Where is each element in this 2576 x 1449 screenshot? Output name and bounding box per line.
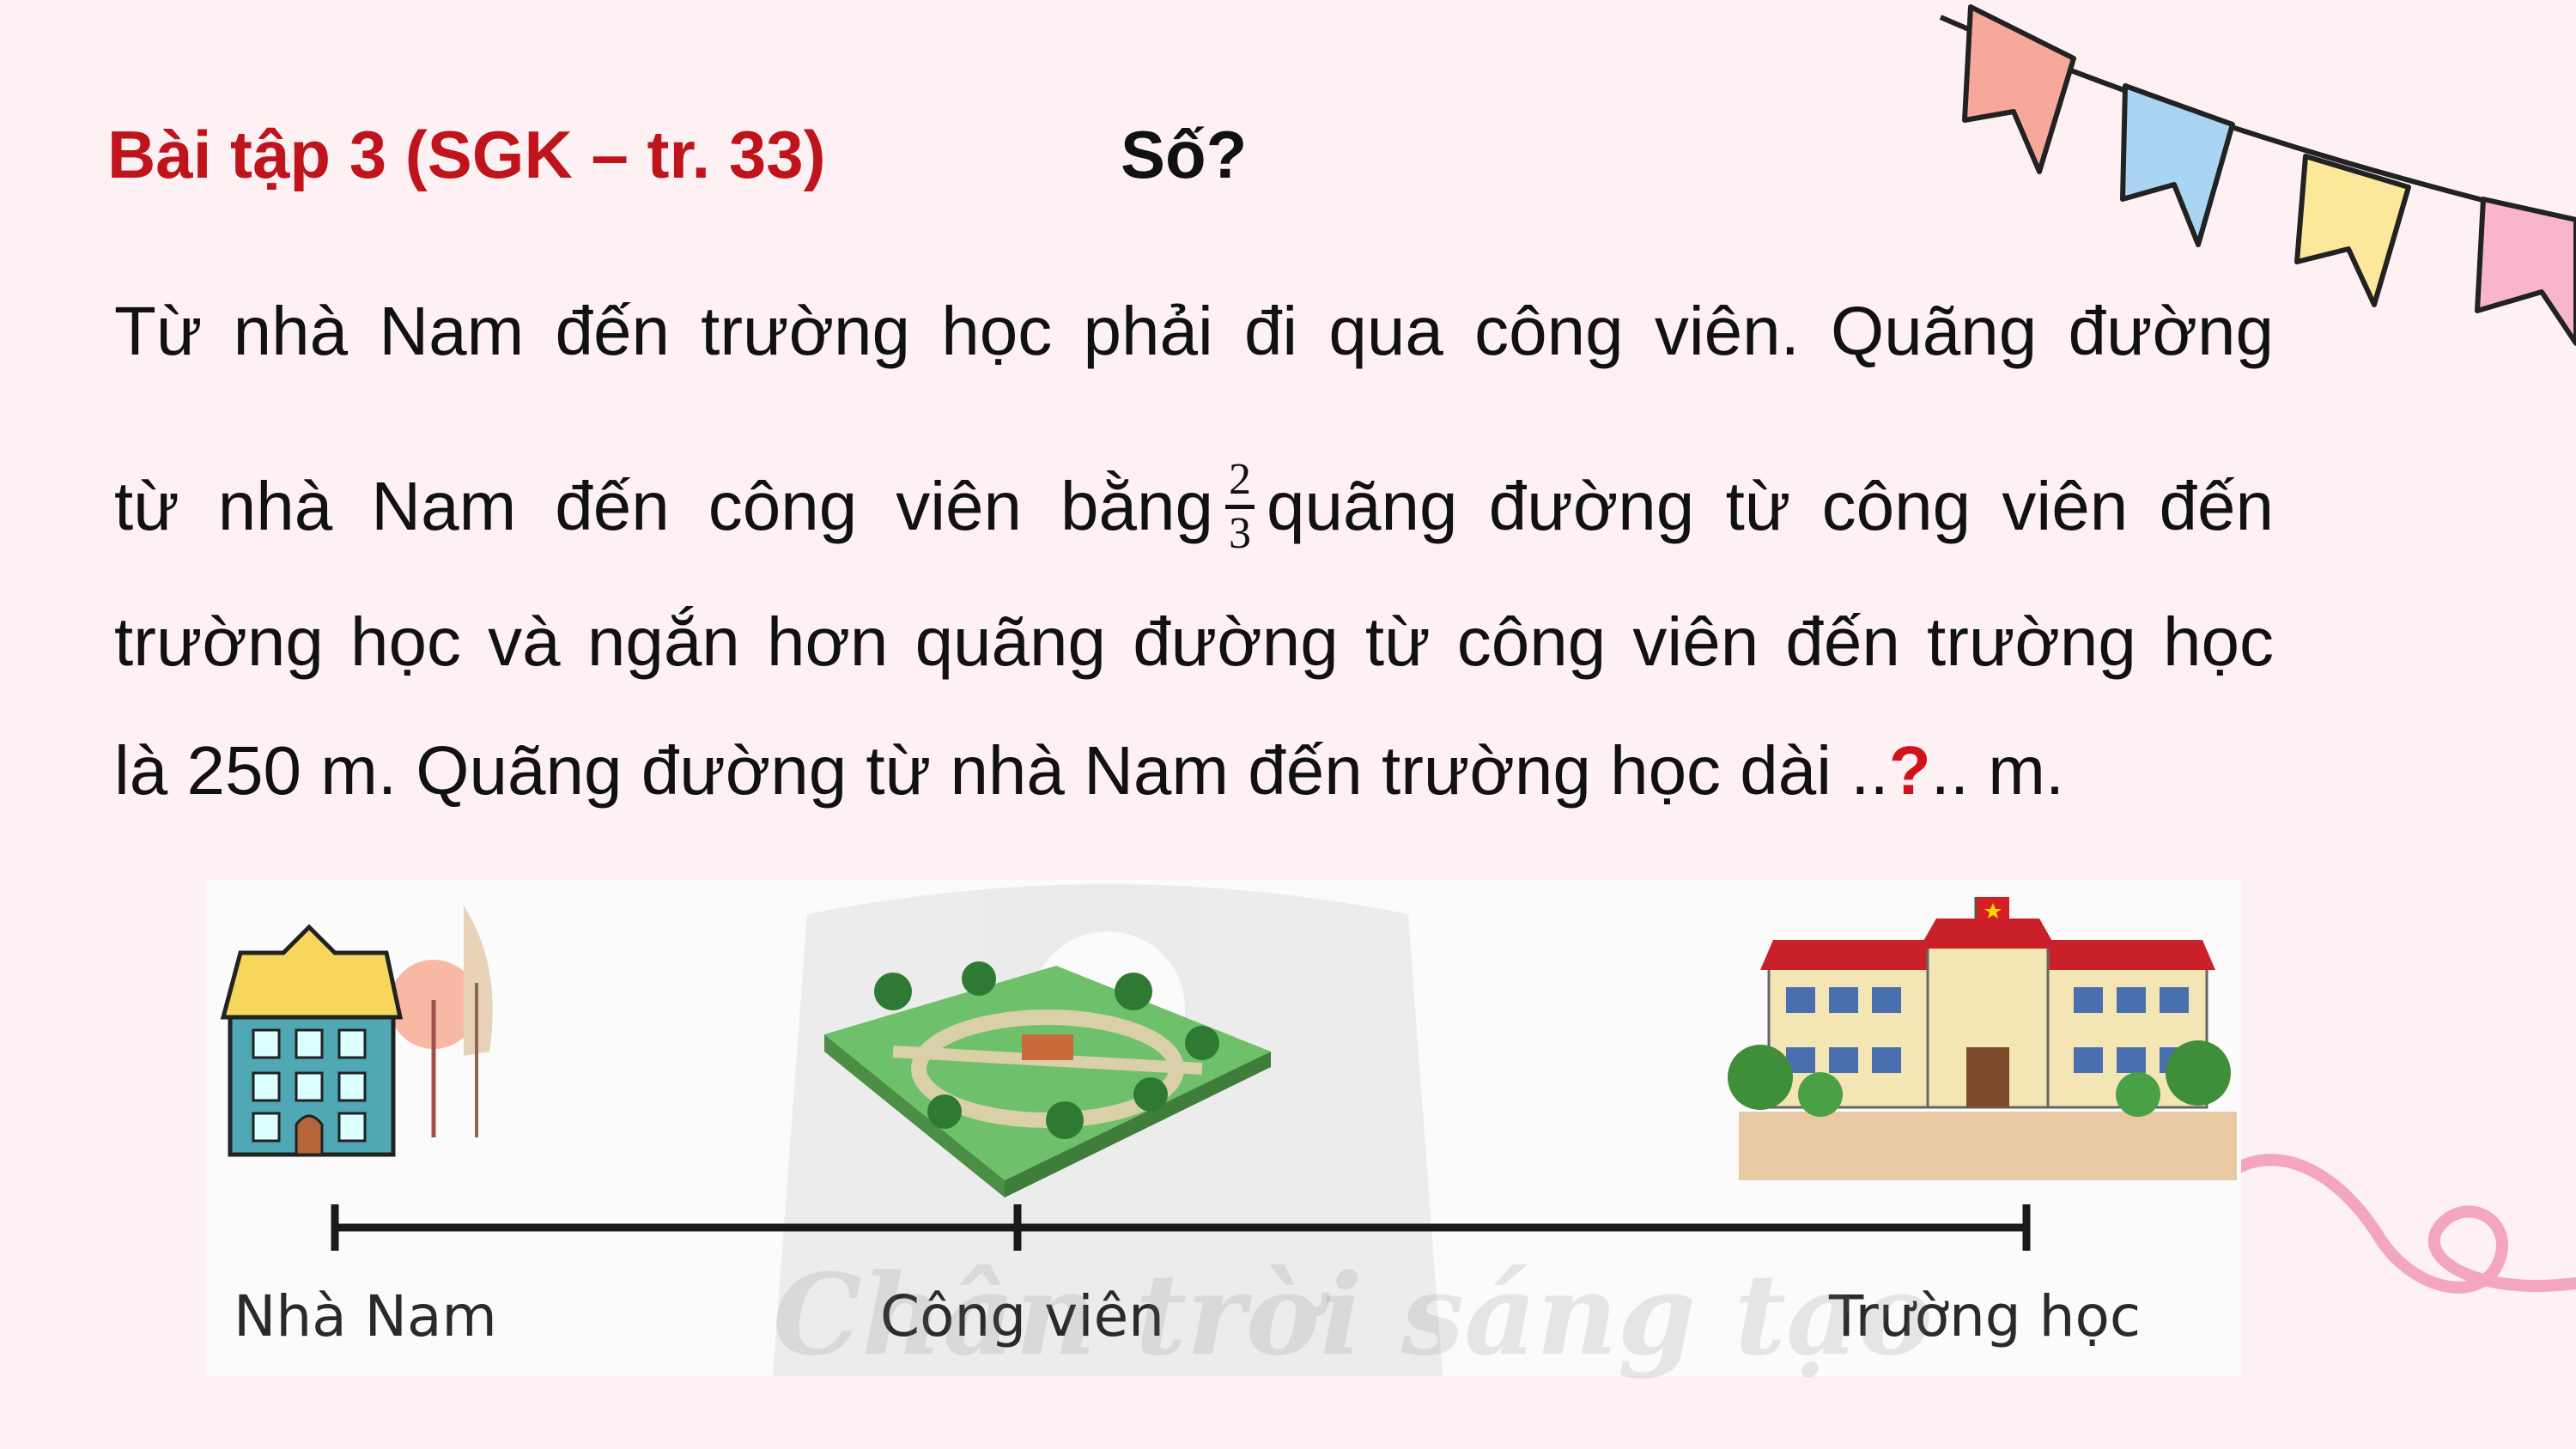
word: phải (1083, 293, 1213, 369)
word: học (2163, 603, 2274, 680)
word: đường (2068, 293, 2274, 369)
word: công (1474, 293, 1624, 369)
word: qua (1328, 293, 1443, 369)
line-4-end: .. m. (1930, 732, 2065, 809)
word: Nam (379, 293, 525, 369)
route-illustration: Nhà Nam Công viên Trường học Chân trời s… (206, 880, 2241, 1380)
word: ngắn (586, 603, 740, 680)
word: quãng (1267, 468, 1458, 544)
word: đường (1133, 603, 1339, 680)
word: từ (1725, 468, 1791, 544)
word: bằng (1060, 468, 1213, 544)
problem-line-2: từ nhà Nam đến công viên bằng 2 3 quãng đường từ… (114, 451, 2274, 562)
word: công (708, 468, 858, 544)
fraction-numerator: 2 (1225, 455, 1255, 509)
flag-red (1962, 4, 2076, 174)
label-home: Nhà Nam (234, 1283, 497, 1349)
word: đến (555, 293, 670, 369)
flag-yellow (2294, 154, 2411, 307)
line-4-start: là 250 m. Quãng đường từ nhà Nam đến trư… (114, 732, 1889, 809)
word: viên (896, 468, 1022, 544)
word: đến (2159, 468, 2274, 544)
word: đến (555, 468, 670, 544)
exercise-title: Bài tập 3 (SGK – tr. 33) (107, 117, 826, 192)
house-icon (220, 906, 493, 1157)
word: Từ (114, 293, 203, 369)
word: hơn (766, 603, 889, 680)
ribbon-decoration (2215, 1154, 2576, 1294)
word: công (1821, 468, 1971, 544)
word: trường (114, 603, 324, 680)
problem-line-3: trường học và ngắn hơn quãng đường từ công viên đế… (114, 601, 2274, 683)
word: đường (1488, 468, 1695, 544)
watermark-text: Chân trời sáng tạo (773, 1249, 1933, 1380)
word: công (1456, 603, 1607, 680)
problem-line-4: là 250 m. Quãng đường từ nhà Nam đến trư… (114, 730, 2274, 812)
word: từ (1364, 603, 1431, 680)
word: viên. (1654, 293, 1800, 369)
word: từ (114, 468, 179, 544)
word: viên (2002, 468, 2129, 544)
word: đi (1243, 293, 1298, 369)
school-icon (1728, 897, 2237, 1180)
line-2-after: quãng đường từ công viên đến (1267, 465, 2274, 548)
unknown-mark: ? (1888, 732, 1931, 809)
word: nhà (233, 293, 349, 369)
word: đến (1785, 603, 1900, 680)
word: Quãng (1831, 293, 2038, 369)
word: trường (701, 293, 911, 369)
question-label: Số? (1121, 117, 1248, 192)
word: Nam (371, 468, 517, 544)
line-2-before: từ nhà Nam đến công viên bằng (114, 465, 1213, 548)
problem-line-1: Từ nhà Nam đến trường học phải đi qua công viên. Qu… (114, 290, 2274, 373)
word: học (941, 293, 1053, 369)
flag-blue (2120, 83, 2235, 247)
word: học (350, 603, 462, 680)
word: nhà (217, 468, 333, 544)
flag-pink (2475, 197, 2576, 346)
word: trường (1926, 603, 2136, 680)
fraction-denominator: 3 (1229, 508, 1251, 558)
word: quãng (914, 603, 1107, 680)
word: và (488, 603, 561, 680)
word: viên (1632, 603, 1759, 680)
fraction: 2 3 (1225, 455, 1255, 559)
